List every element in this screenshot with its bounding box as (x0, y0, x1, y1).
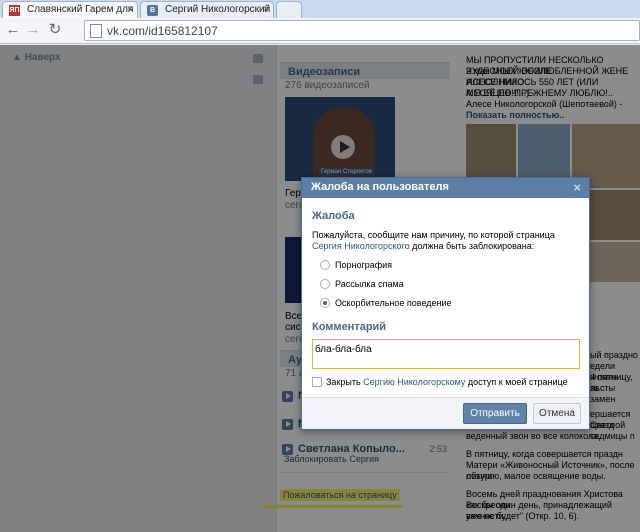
reason-radio-spam[interactable]: Рассылка спама (320, 279, 404, 291)
dialog-header: Жалоба на пользователя × (302, 178, 589, 198)
tab-label: Славянский Гарем для В (27, 4, 138, 15)
radio-label: Порнография (335, 260, 393, 270)
comment-title: Комментарий (312, 321, 387, 333)
radio-label: Оскорбительное поведение (335, 298, 452, 308)
cancel-button[interactable]: Отмена (533, 403, 581, 424)
report-user-dialog: Жалоба на пользователя × Жалоба Пожалуйс… (301, 177, 590, 430)
close-icon[interactable]: × (127, 4, 133, 15)
description-text: Пожалуйста, сообщите нам причину, по кот… (312, 230, 555, 240)
browser-toolbar: ← → ↻ vk.com/id165812107 (0, 18, 640, 44)
reason-radio-abuse[interactable]: Оскорбительное поведение (320, 298, 452, 310)
reason-radio-porn[interactable]: Порнография (320, 260, 392, 272)
reload-icon[interactable]: ↻ (46, 21, 64, 39)
new-tab-button[interactable] (276, 1, 302, 18)
address-bar[interactable]: vk.com/id165812107 (84, 20, 640, 41)
yandex-icon: ЯП (9, 5, 20, 16)
vk-icon: В (147, 5, 158, 16)
radio-icon[interactable] (320, 260, 330, 270)
url-text: vk.com/id165812107 (107, 24, 218, 38)
comment-textarea[interactable]: бла-бла-бла (312, 339, 580, 369)
report-section-title: Жалоба (312, 210, 355, 222)
close-icon[interactable]: × (263, 4, 269, 15)
tab-label: Сергий Никологорский (165, 4, 271, 15)
close-icon[interactable]: × (573, 180, 581, 195)
tab-slavic-harem[interactable]: ЯП Славянский Гарем для В × (2, 1, 138, 18)
checkbox-label: доступ к моей странице (465, 377, 568, 387)
send-button[interactable]: Отправить (463, 403, 527, 424)
radio-icon[interactable] (320, 279, 330, 289)
forward-icon[interactable]: → (24, 21, 42, 39)
close-access-checkbox[interactable]: Закрыть Сергию Никологорскому доступ к м… (312, 377, 568, 387)
description-text: должна быть заблокирована: (409, 241, 535, 251)
user-name-link[interactable]: Сергию Никологорскому (363, 377, 465, 387)
user-name-link[interactable]: Сергия Никологорского (312, 241, 410, 251)
page-icon (90, 24, 102, 38)
report-description: Пожалуйста, сообщите нам причину, по кот… (312, 230, 582, 252)
checkbox-label: Закрыть (326, 377, 364, 387)
browser-tabbar: ЯП Славянский Гарем для В × В Сергий Ник… (0, 0, 640, 18)
tab-sergiy[interactable]: В Сергий Никологорский × (140, 1, 274, 18)
radio-label: Рассылка спама (335, 279, 404, 289)
radio-selected-icon[interactable] (320, 298, 330, 308)
checkbox-icon[interactable] (312, 377, 322, 387)
back-icon[interactable]: ← (4, 21, 22, 39)
dialog-footer: Отправить Отмена (302, 397, 589, 429)
dialog-title: Жалоба на пользователя (311, 181, 449, 193)
